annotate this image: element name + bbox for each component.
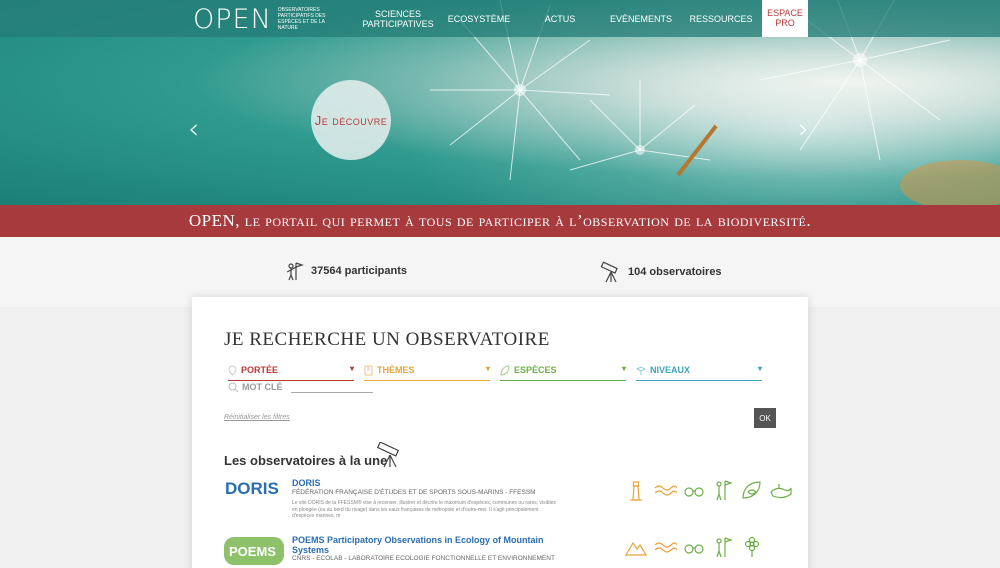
discover-button[interactable]: Je découvre: [311, 80, 391, 160]
nav-evenements[interactable]: Evènements: [605, 0, 677, 37]
site-logo[interactable]: OPEN Observatoires participatifs des esp…: [193, 3, 328, 35]
featured-title: Les observatoires à la une: [224, 453, 388, 468]
search-card: Je recherche un observatoire Portée ▾ Th…: [192, 297, 808, 568]
nav-actus[interactable]: Actus: [538, 0, 582, 37]
nav-ressources[interactable]: Ressources: [688, 0, 754, 37]
carousel-prev-icon[interactable]: ‹: [188, 112, 199, 145]
search-icon: [228, 382, 239, 392]
flower-icon: [744, 536, 760, 557]
participants-stat: 37564 participants: [285, 261, 407, 281]
doris-logo: DORIS: [225, 479, 279, 498]
filter-themes-label: Thèmes: [377, 365, 415, 375]
filter-underline: [636, 380, 762, 381]
keyword-filter: Mot clé: [228, 381, 373, 393]
filter-portee-label: Portée: [241, 365, 279, 375]
flag-person-icon: [716, 480, 733, 501]
leaf-fish-icon: [742, 481, 761, 499]
observatory-icons: [624, 478, 793, 502]
chevron-down-icon: ▾: [485, 364, 490, 373]
logo-wordmark: OPEN: [193, 3, 272, 35]
observatory-icons: [624, 535, 764, 559]
whale-icon: [770, 484, 792, 499]
observatoires-stat: 104 observatoires: [600, 261, 722, 283]
observatory-name[interactable]: DORIS: [292, 478, 562, 488]
observatory-item[interactable]: DORIS DORIS Fédération française d'étude…: [224, 478, 792, 528]
filter-especes[interactable]: Espèces ▾: [500, 363, 626, 381]
flag-person-icon: [716, 537, 733, 558]
graduation-icon: [636, 365, 646, 375]
hero-carousel: OPEN Observatoires participatifs des esp…: [0, 0, 1000, 205]
filter-portee[interactable]: Portée ▾: [228, 363, 354, 381]
telescope-icon: [376, 442, 400, 468]
observatory-org: CNRS - ECOLAB - Laboratoire Ecologie fon…: [292, 555, 555, 562]
logo-tagline: Observatoires participatifs des espèces …: [277, 7, 326, 31]
map-pin-icon: [228, 364, 237, 376]
tagline-banner: OPEN, le portail qui permet à tous de pa…: [0, 205, 1000, 237]
observatory-name[interactable]: POEMS Participatory Observations in Ecol…: [292, 535, 562, 555]
participants-count: 37564 participants: [311, 265, 407, 277]
leaf-icon: [500, 364, 510, 376]
binoculars-icon: [684, 544, 704, 554]
filter-themes[interactable]: Thèmes ▾: [364, 363, 490, 381]
book-icon: [364, 365, 373, 375]
chevron-down-icon: ▾: [621, 364, 626, 373]
filter-niveaux-label: Niveaux: [650, 365, 691, 375]
participants-icon: [286, 262, 304, 281]
observatoires-count: 104 observatoires: [628, 266, 722, 278]
nav-ecosysteme[interactable]: Ecosystème: [445, 0, 513, 37]
reset-filters-link[interactable]: Réinitialiser les filtres: [224, 414, 290, 421]
lighthouse-icon: [630, 481, 642, 501]
carousel-next-icon[interactable]: ›: [798, 112, 809, 145]
nav-sciences-participatives[interactable]: Sciences participatives: [360, 0, 436, 37]
keyword-label: Mot clé: [242, 382, 283, 392]
chevron-down-icon: ▾: [349, 364, 354, 373]
search-title: Je recherche un observatoire: [224, 329, 550, 350]
chevron-down-icon: ▾: [757, 364, 762, 373]
poems-logo-text: POEMS: [229, 544, 276, 559]
observatory-description: Le site DORIS de la FFESSM® vise à recen…: [292, 500, 556, 519]
filter-niveaux[interactable]: Niveaux ▾: [636, 363, 762, 381]
keyword-input[interactable]: [290, 381, 373, 393]
observatory-item[interactable]: POEMS POEMS Participatory Observations i…: [224, 535, 764, 568]
ok-button[interactable]: OK: [754, 408, 776, 428]
observatory-org: Fédération française d'études et de spor…: [292, 489, 536, 496]
doris-logo-text: DORIS: [225, 479, 279, 498]
telescope-icon: [600, 261, 618, 283]
poems-logo: POEMS: [224, 537, 284, 565]
filter-underline: [364, 380, 490, 381]
filter-underline: [500, 380, 626, 381]
mountain-icon: [624, 541, 648, 556]
nav-espace-pro[interactable]: Espace pro: [762, 0, 808, 37]
top-navigation: OPEN Observatoires participatifs des esp…: [0, 0, 1000, 37]
binoculars-icon: [684, 487, 704, 497]
wave-icon: [654, 485, 677, 496]
filter-especes-label: Espèces: [514, 365, 557, 375]
wave-icon: [654, 542, 677, 553]
